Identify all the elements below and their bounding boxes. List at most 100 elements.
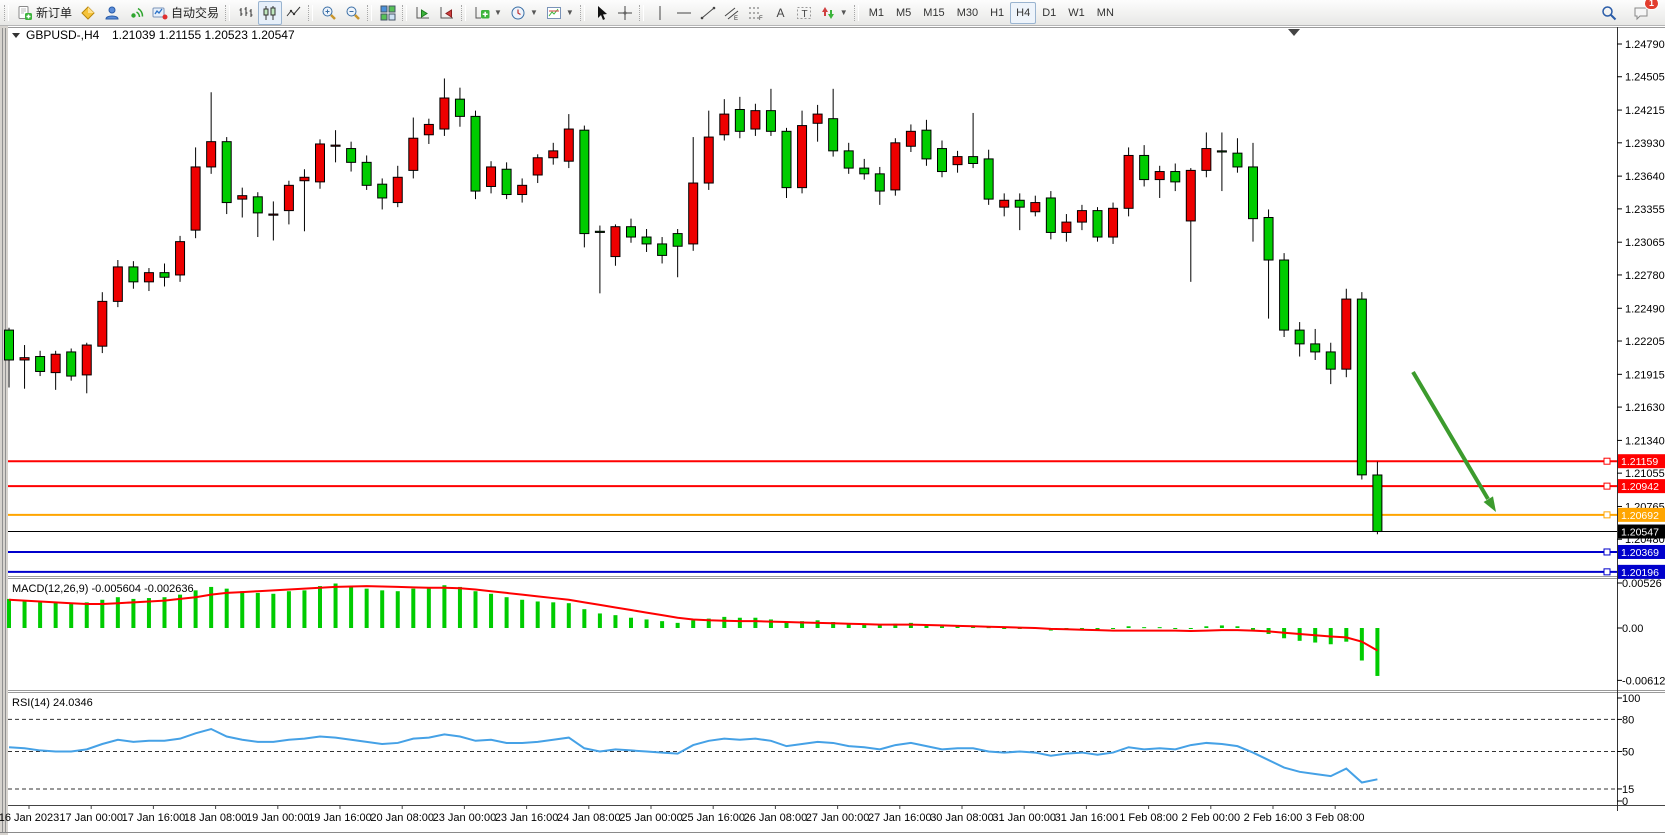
price-axis-label: 1.24215: [1625, 105, 1665, 117]
time-axis-label: 31 Jan 16:00: [1055, 812, 1119, 824]
time-axis-label: 20 Jan 08:00: [370, 812, 434, 824]
tile-icon: [380, 5, 396, 21]
dropdown-arrow-icon[interactable]: ▼: [840, 8, 848, 17]
toolbar-button-tile-windows[interactable]: [376, 1, 400, 25]
rsi-axis-label: 80: [1622, 714, 1634, 726]
toolbar-button-line-chart[interactable]: [282, 1, 306, 25]
toolbar-button-periods[interactable]: ▼: [506, 1, 542, 25]
line-handle[interactable]: [1604, 512, 1610, 518]
toolbar-grip: [461, 5, 466, 21]
toolbar-button-zoom-in[interactable]: [317, 1, 341, 25]
price-axis-label: 1.23640: [1625, 171, 1665, 183]
toolbar-button-label: M30: [957, 5, 978, 21]
toolbar-button-auto-scroll[interactable]: [411, 1, 435, 25]
toolbar-button-label: M15: [923, 5, 944, 21]
toolbar-button-tf-m15[interactable]: M15: [917, 2, 950, 24]
toolbar-grip: [367, 5, 372, 21]
toolbar-button-equidistant-channel[interactable]: E: [720, 1, 744, 25]
rsi-axis-label: 0: [1622, 796, 1628, 808]
rsi-axis-label: 50: [1622, 747, 1634, 759]
toolbar-button-search[interactable]: [1597, 1, 1621, 25]
chart-title-symbol: GBPUSD-,H4: [26, 28, 100, 42]
toolbar-button-symbols[interactable]: [76, 1, 100, 25]
toolbar-button-tf-m30[interactable]: M30: [951, 2, 984, 24]
toolbar-button-crosshair[interactable]: [613, 1, 637, 25]
toolbar-button-tf-h1[interactable]: H1: [984, 2, 1010, 24]
rsi-axis-label: 15: [1622, 784, 1634, 796]
macd-axis-label: 0.00: [1622, 623, 1643, 635]
toolbar-button-profiles[interactable]: [100, 1, 124, 25]
toolbar-button-horizontal-line[interactable]: [672, 1, 696, 25]
chart-window[interactable]: 1.247901.245051.242151.239301.236401.233…: [0, 26, 1665, 835]
toolbar-button-autotrading[interactable]: 自动交易: [148, 1, 223, 25]
macd-label: MACD(12,26,9) -0.005604 -0.002636: [12, 583, 194, 595]
time-axis-label: 17 Jan 16:00: [122, 812, 186, 824]
svg-text:E: E: [734, 16, 738, 21]
toolbar-button-bar-chart[interactable]: [234, 1, 258, 25]
candles-icon: [262, 5, 278, 21]
price-tag-1.20942: 1.20942: [1618, 479, 1665, 493]
toolbar-button-tf-h4[interactable]: H4: [1010, 2, 1036, 24]
toolbar-button-text[interactable]: A: [768, 1, 792, 25]
cursor-icon: [593, 5, 609, 21]
price-axis-label: 1.24505: [1625, 72, 1665, 84]
price-axis-label: 1.21915: [1625, 369, 1665, 381]
toolbar-button-vertical-line[interactable]: [648, 1, 672, 25]
dropdown-arrow-icon[interactable]: ▼: [530, 8, 538, 17]
toolbar-button-indicators[interactable]: ▼: [470, 1, 506, 25]
price-axis-label: 1.22780: [1625, 270, 1665, 282]
fibo-icon: F: [748, 5, 764, 21]
toolbar-button-arrows[interactable]: ▼: [816, 1, 852, 25]
time-axis-label: 1 Feb 08:00: [1119, 812, 1178, 824]
time-axis-label: 25 Jan 00:00: [619, 812, 683, 824]
toolbar-button-templates[interactable]: ▼: [542, 1, 578, 25]
price-tag-1.20369: 1.20369: [1618, 545, 1665, 559]
toolbar-button-label: M1: [869, 5, 884, 21]
toolbar-button-label: 新订单: [36, 4, 72, 21]
toolbar-button-signals[interactable]: [124, 1, 148, 25]
toolbar-button-cursor[interactable]: [589, 1, 613, 25]
toolbar-button-fibonacci[interactable]: F: [744, 1, 768, 25]
line-handle[interactable]: [1604, 483, 1610, 489]
line-handle[interactable]: [1604, 458, 1610, 464]
indicators-icon: [474, 5, 490, 21]
labelT-icon: T: [796, 5, 812, 21]
dropdown-arrow-icon[interactable]: ▼: [494, 8, 502, 17]
svg-text:1.20942: 1.20942: [1621, 481, 1659, 493]
toolbar-button-candlestick-chart[interactable]: [258, 1, 282, 25]
time-axis-label: 3 Feb 08:00: [1306, 812, 1365, 824]
autoscroll-icon: [415, 5, 431, 21]
toolbar-button-tf-mn[interactable]: MN: [1091, 2, 1120, 24]
time-axis-label: 16 Jan 2023: [0, 812, 59, 824]
toolbar-button-notifications[interactable]: 1: [1629, 1, 1653, 25]
line-handle[interactable]: [1604, 549, 1610, 555]
time-axis-label: 25 Jan 16:00: [681, 812, 745, 824]
svg-text:1.20692: 1.20692: [1621, 510, 1659, 522]
zoom-in-icon: [321, 5, 337, 21]
toolbar-button-tf-w1[interactable]: W1: [1062, 2, 1091, 24]
toolbar-button-chart-shift[interactable]: [435, 1, 459, 25]
svg-text:1.21159: 1.21159: [1621, 456, 1658, 468]
textA-icon: A: [772, 5, 788, 21]
crosshair-icon: [617, 5, 633, 21]
signal-icon: [128, 5, 144, 21]
toolbar-grip: [308, 5, 313, 21]
price-axis-label: 1.21630: [1625, 402, 1665, 414]
price-tag-1.20196: 1.20196: [1618, 565, 1665, 579]
dropdown-arrow-icon[interactable]: ▼: [566, 8, 574, 17]
toolbar-button-tf-m5[interactable]: M5: [890, 2, 917, 24]
price-axis-label: 1.21055: [1625, 468, 1665, 480]
toolbar-button-text-label[interactable]: T: [792, 1, 816, 25]
line-handle[interactable]: [1604, 569, 1610, 575]
toolbar-button-trendline[interactable]: [696, 1, 720, 25]
toolbar-button-tf-m1[interactable]: M1: [863, 2, 890, 24]
time-axis-label: 17 Jan 00:00: [59, 812, 123, 824]
time-axis-label: 26 Jan 08:00: [744, 812, 808, 824]
toolbar-button-tf-d1[interactable]: D1: [1036, 2, 1062, 24]
time-axis-label: 18 Jan 08:00: [184, 812, 248, 824]
price-axis-label: 1.23065: [1625, 237, 1665, 249]
toolbar-button-label: 自动交易: [171, 4, 219, 21]
toolbar-button-zoom-out[interactable]: [341, 1, 365, 25]
channel-icon: E: [724, 5, 740, 21]
toolbar-button-new-order[interactable]: 新订单: [13, 1, 76, 25]
